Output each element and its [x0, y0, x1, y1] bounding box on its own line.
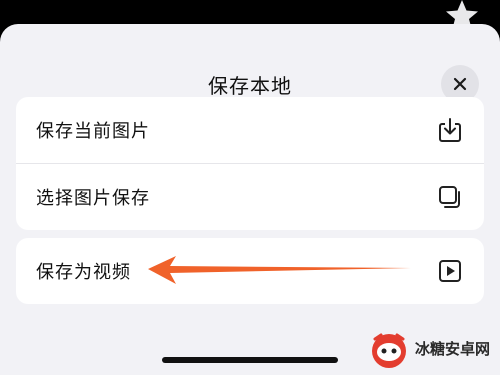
home-indicator: [162, 357, 338, 363]
option-label: 保存为视频: [36, 262, 131, 283]
save-options-card: 保存当前图片 选择图片保存: [16, 97, 484, 230]
option-label: 保存当前图片: [36, 121, 150, 142]
download-icon: [439, 118, 461, 142]
watermark: 冰糖安卓网: [365, 322, 500, 375]
orange-arrow-annotation: [148, 256, 411, 284]
select-copy-icon: [439, 186, 460, 208]
close-icon: [453, 77, 467, 91]
watermark-text: 冰糖安卓网: [415, 340, 491, 358]
play-icon: [439, 260, 461, 282]
save-current-image-option[interactable]: 保存当前图片: [16, 97, 484, 163]
sheet-title: 保存本地: [208, 74, 292, 98]
candy-logo: [372, 333, 406, 368]
select-image-save-option[interactable]: 选择图片保存: [16, 163, 484, 230]
option-label: 选择图片保存: [36, 188, 150, 209]
